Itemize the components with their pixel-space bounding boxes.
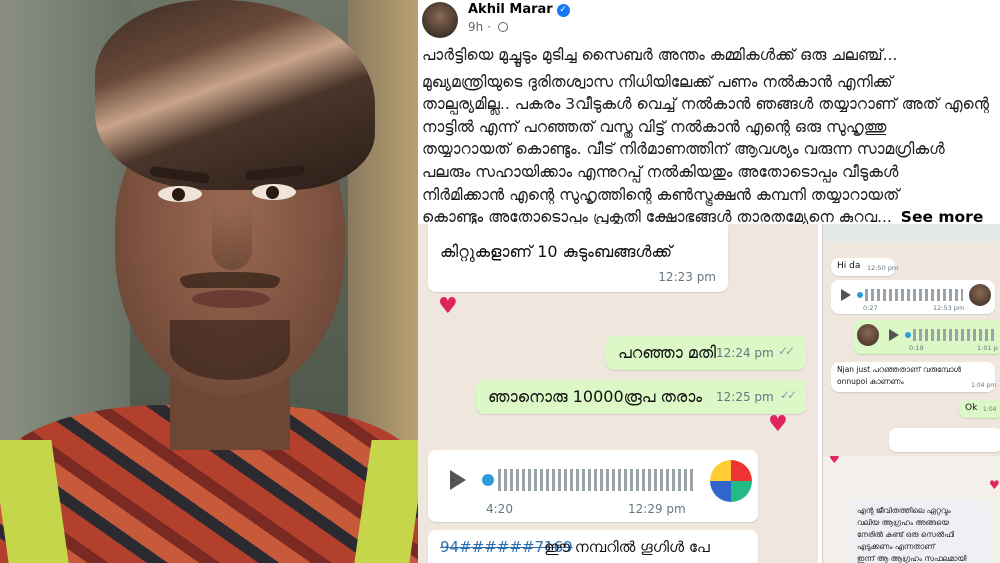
voice-duration: 0:27 (863, 304, 878, 312)
post-body: പാർട്ടിയെ മുച്ചൂടും മുടിച്ച സൈബർ അന്തം ക… (422, 44, 996, 229)
message-text: ഈ നമ്പറിൽ ഗൂഗിൾ പേ (544, 538, 710, 556)
post-line: മുഖ്യമന്ത്രിയുടെ ദുരിതശ്വാസ നിധിയിലേക്ക്… (422, 72, 893, 91)
message-text: വലിയ ആഗ്രഹം അങ്ങയെ (857, 518, 950, 527)
post-time[interactable]: 9h (468, 20, 483, 34)
heart-reaction-icon: ♥ (438, 294, 458, 319)
incoming-message: Hi da 12:50 pm (831, 258, 899, 276)
incoming-message: കിറ്റുകളാണ് 10 കുടുംബങ്ങൾക്ക് 12:23 pm (428, 224, 728, 292)
audio-progress-dot[interactable] (482, 474, 494, 486)
post-line: പലരും സഹായിക്കാം എന്നുറപ്പ് നൽകിയതും അതോ… (422, 162, 899, 181)
photo-eye-right (252, 184, 296, 200)
play-icon[interactable] (889, 329, 899, 341)
message-text: നേരിൽ കണ്ട് ഒരു സെൽഫി (857, 530, 955, 539)
photo-mustache (180, 272, 280, 288)
message-text: Hi da (837, 261, 861, 271)
outgoing-message: ഞാനൊരു 10000രൂപ തരാം 12:25 pm ✓✓ (476, 380, 806, 414)
audio-waveform[interactable] (865, 289, 963, 301)
author-name-text[interactable]: Akhil Marar (468, 2, 553, 17)
message-text: Njan just പറഞ്ഞതാണ് വരുമ്പോൾ (837, 365, 962, 374)
incoming-message: Njan just പറഞ്ഞതാണ് വരുമ്പോൾ onnupoi കാണ… (831, 362, 997, 392)
play-icon[interactable] (450, 470, 466, 490)
message-time: 12:53 pm (933, 304, 965, 312)
audio-waveform[interactable] (498, 469, 693, 491)
message-time: 12:24 pm (716, 346, 774, 360)
sender-avatar (857, 324, 879, 346)
globe-icon (497, 22, 508, 32)
voice-message[interactable]: 0:19 1:01 p (853, 320, 1000, 354)
incoming-message: 94######7169 ഈ നമ്പറിൽ ഗൂഗിൾ പേ (428, 530, 758, 563)
incoming-message: എന്റ ജീവിതത്തിലെ ഏറ്റവും വലിയ ആഗ്രഹം അങ്… (849, 500, 989, 563)
heart-reaction-icon: ♥ (829, 456, 840, 466)
photo-hair (95, 0, 375, 190)
message-text: onnupoi കാണണം (837, 377, 904, 386)
chat-screenshot-1: കിറ്റുകളാണ് 10 കുടുംബങ്ങൾക്ക് 12:23 pm ♥… (418, 224, 818, 563)
chat-screenshot-2: Hi da 12:50 pm 0:27 12:53 pm 0:19 1:01 p… (822, 224, 1000, 456)
message-text: എടുക്കണം എന്നതാണ് (857, 542, 935, 551)
author-avatar[interactable] (422, 2, 458, 38)
message-time: 12:50 pm (867, 264, 899, 272)
read-receipt-icon: ✓✓ (780, 388, 797, 402)
message-text: പറഞ്ഞാ മതി (618, 343, 716, 362)
message-text: ഞാനൊരു 10000രൂപ തരാം (488, 387, 703, 406)
post-header: Akhil Marar ✓ 9h · (418, 0, 1000, 42)
facebook-post: Akhil Marar ✓ 9h · പാർട്ടിയെ മുച്ചൂടും മു… (418, 0, 1000, 563)
post-line: തയ്യാറായത് കൊണ്ടും. വീട് നിർമാണത്തിന് ആവ… (422, 140, 945, 159)
post-line: താല്പര്യമില്ല.. പകരം 3വീടുകൾ വെച്ച് നൽകാ… (422, 95, 989, 114)
heart-reaction-icon: ♥ (989, 478, 1000, 492)
author-name[interactable]: Akhil Marar ✓ (468, 2, 570, 17)
outgoing-message: പറഞ്ഞാ മതി 12:24 pm ✓✓ (606, 336, 806, 370)
message-time: 12:29 pm (628, 502, 686, 516)
voice-message[interactable]: 4:20 12:29 pm (428, 450, 758, 522)
photo-beard (170, 320, 290, 380)
chat-topbar (823, 224, 1000, 242)
audio-progress-dot[interactable] (857, 292, 863, 298)
sender-avatar (969, 284, 991, 306)
message-time: 1:04 pm (971, 382, 997, 389)
message-text: എന്റ ജീവിതത്തിലെ ഏറ്റവും (857, 506, 951, 515)
photo-nose (212, 200, 252, 270)
voice-message[interactable]: 0:27 12:53 pm (831, 280, 995, 314)
message-time: 12:23 pm (658, 270, 716, 284)
message-text: ഇന്ന് ആ ആഗ്രഹം സഫലമായി (857, 554, 967, 563)
photo-eye-left (158, 186, 202, 202)
profile-photo (0, 0, 418, 563)
chat-screenshot-3: ♥ ♥ എന്റ ജീവിതത്തിലെ ഏറ്റവും വലിയ ആഗ്രഹം… (822, 456, 1000, 563)
post-line: പാർട്ടിയെ മുച്ചൂടും മുടിച്ച സൈബർ അന്തം ക… (422, 46, 898, 64)
post-meta: 9h · (468, 20, 508, 34)
outgoing-message: Ok 1:04 (959, 400, 1000, 418)
incoming-message-empty (889, 428, 1000, 452)
voice-duration: 0:19 (909, 344, 924, 352)
post-line: നാട്ടിൽ എന്ന് പറഞ്ഞത് വസ്തു വിട്ട് നൽകാൻ… (422, 117, 887, 136)
voice-duration: 4:20 (486, 502, 513, 516)
message-time: 12:25 pm (716, 390, 774, 404)
heart-reaction-icon: ♥ (768, 412, 788, 437)
message-text: കിറ്റുകളാണ് 10 കുടുംബങ്ങൾക്ക് (440, 242, 673, 261)
read-receipt-icon: ✓✓ (778, 344, 795, 358)
message-time: 1:04 (983, 406, 997, 413)
photo-lips (192, 290, 270, 308)
message-text: Ok (965, 403, 978, 413)
profile-sticker-icon (710, 460, 752, 502)
play-icon[interactable] (841, 289, 851, 301)
audio-waveform[interactable] (913, 329, 997, 341)
audio-progress-dot[interactable] (905, 332, 911, 338)
verified-badge-icon: ✓ (556, 4, 570, 17)
message-time: 1:01 p (977, 344, 998, 352)
post-line: നിർമിക്കാൻ എന്റെ സുഹൃത്തിന്റെ കൺസ്ട്രക്ഷ… (422, 185, 900, 204)
